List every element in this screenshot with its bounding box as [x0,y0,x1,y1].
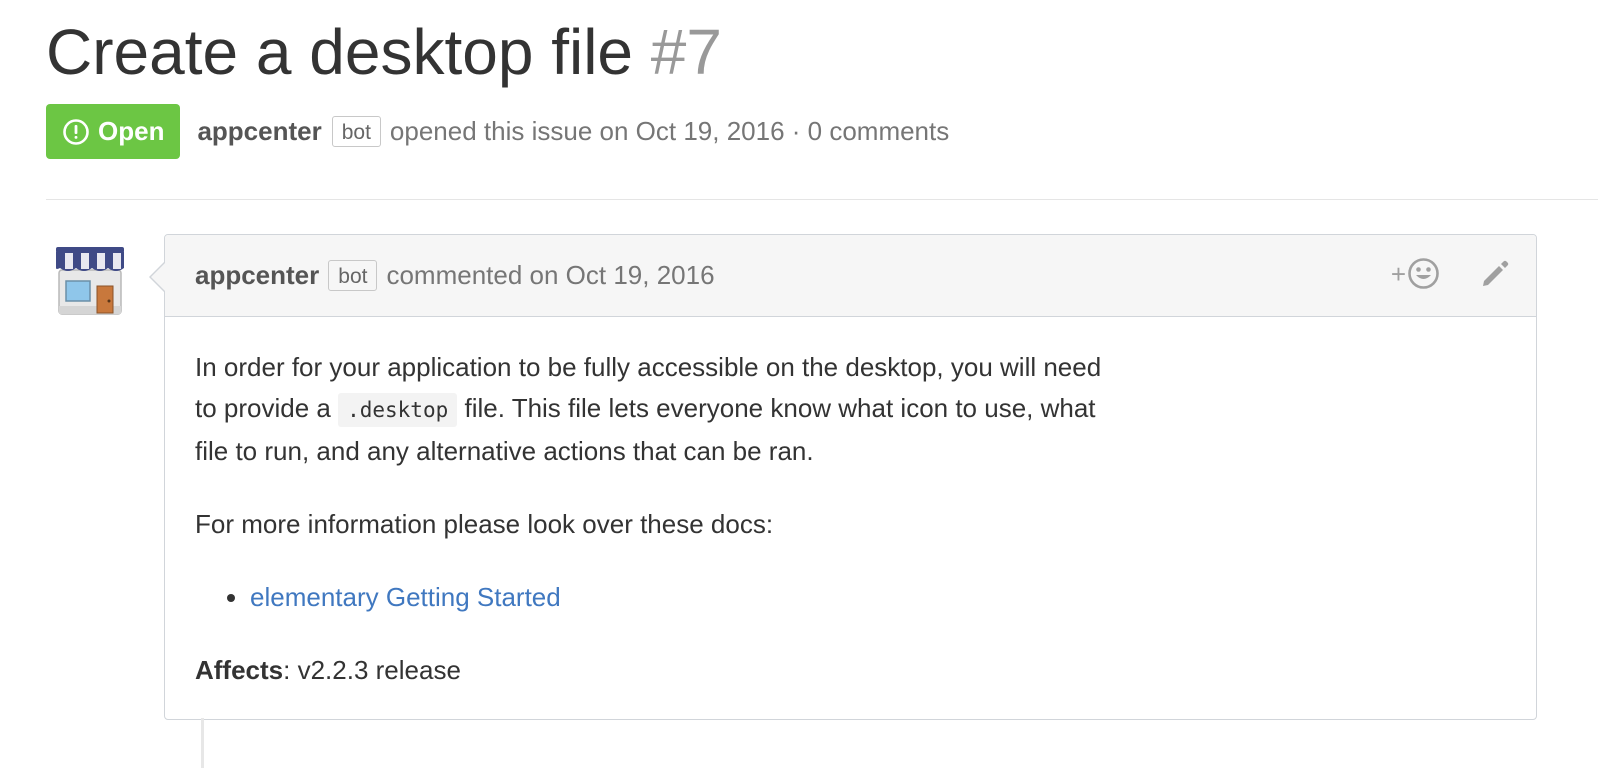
issue-meta: Open appcenter bot opened this issue on … [46,104,949,159]
issue-opened-icon [63,118,89,145]
comment-pointer-fill [151,262,166,292]
issue-state-badge: Open [46,104,181,159]
issue-number: #7 [650,16,722,88]
comment-bot-badge: bot [328,260,378,291]
issue-comment: appcenter bot commented on Oct 19, 2016 … [149,234,1537,720]
issue-state-label: Open [98,116,165,146]
timeline-line [201,718,204,768]
issue-title-heading: Create a desktop file #7 [46,12,722,92]
issue-opened-text: opened this issue on Oct 19, 2016 · 0 co… [389,116,950,146]
bullet [227,594,235,602]
comment-header: appcenter bot commented on Oct 19, 2016 … [165,235,1536,317]
docs-link-list: elementary Getting Started [195,577,1506,618]
reaction-plus-sign: + [1390,258,1406,289]
appcenter-avatar[interactable] [54,244,126,316]
docs-intro-paragraph: For more information please look over th… [195,509,774,539]
comment-body: In order for your application to be full… [165,317,1536,691]
issue-page: Create a desktop file #7 Open appcenter … [0,0,1598,768]
comment-paragraph: In order for your application to be full… [195,347,1115,472]
comment-author-link[interactable]: appcenter [195,260,319,291]
inline-code: .desktop [338,393,458,427]
add-reaction-button[interactable]: + [1391,257,1440,290]
comment-actions: + [1391,257,1510,290]
affects-label: Affects [195,655,284,685]
bot-badge: bot [331,116,381,147]
comment-date-link[interactable]: commented on Oct 19, 2016 [386,260,714,291]
issue-title: Create a desktop file [46,16,633,88]
affects-value: : v2.2.3 release [283,655,461,685]
smiley-icon [1408,258,1439,289]
header-divider [46,199,1598,200]
list-item: elementary Getting Started [219,577,1506,618]
elementary-getting-started-link[interactable]: elementary Getting Started [250,582,561,612]
pencil-icon[interactable] [1480,259,1510,289]
affects-paragraph: Affects: v2.2.3 release [195,650,1506,691]
issue-author-link[interactable]: appcenter [197,116,321,147]
